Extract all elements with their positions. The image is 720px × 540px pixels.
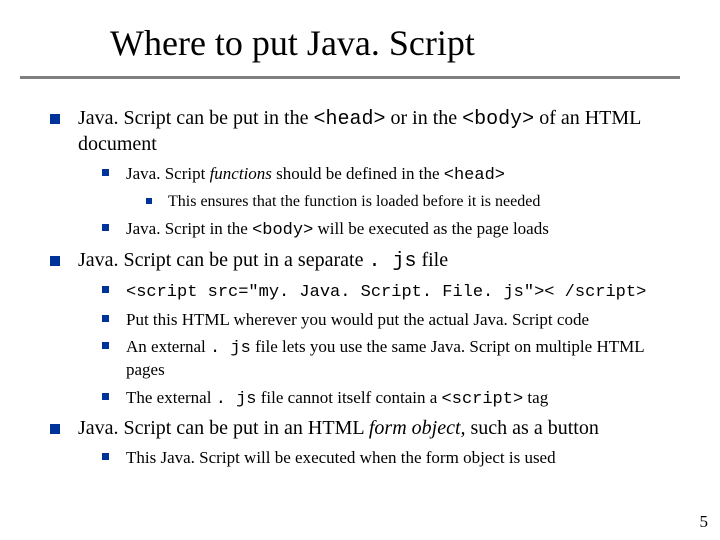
code-js: . js (210, 339, 251, 358)
bullet-1-1: Java. Script functions should be defined… (102, 163, 680, 212)
code-body: <body> (462, 108, 534, 131)
bullet-2: Java. Script can be put in a separate . … (50, 248, 680, 410)
text: Java. Script can be put in an HTML (78, 417, 369, 439)
text: tag (523, 388, 548, 407)
bullet-list: Java. Script can be put in the <head> or… (50, 106, 680, 468)
text: file (416, 249, 448, 271)
text: file cannot itself contain a (257, 388, 442, 407)
bullet-1-1-1: This ensures that the function is loaded… (146, 192, 680, 212)
bullet-1-2: Java. Script in the <body> will be execu… (102, 218, 680, 241)
bullet-3-1: This Java. Script will be executed when … (102, 447, 680, 468)
title-underline (20, 76, 680, 79)
bullet-3: Java. Script can be put in an HTML form … (50, 416, 680, 468)
text: An external (126, 337, 210, 356)
text: Java. Script can be put in a separate (78, 249, 368, 271)
bullet-1: Java. Script can be put in the <head> or… (50, 106, 680, 242)
code-js: . js (368, 250, 416, 273)
code-body: <body> (252, 221, 313, 240)
text: Java. Script in the (126, 219, 252, 238)
text: This ensures that the function is loaded… (168, 193, 540, 210)
bullet-2-3: An external . js file lets you use the s… (102, 336, 680, 381)
text: Java. Script can be put in the (78, 107, 314, 129)
code-head: <head> (444, 166, 505, 185)
bullet-2-2: Put this HTML wherever you would put the… (102, 309, 680, 330)
text: Java. Script (126, 164, 210, 183)
emph-form-object: form object, (369, 417, 466, 439)
text: The external (126, 388, 216, 407)
sublist: This Java. Script will be executed when … (78, 447, 680, 468)
title-wrap: Where to put Java. Script (110, 22, 475, 64)
bullet-2-4: The external . js file cannot itself con… (102, 387, 680, 410)
subsublist: This ensures that the function is loaded… (126, 192, 680, 212)
code-js: . js (216, 390, 257, 409)
code-script: <script> (442, 390, 524, 409)
code-head: <head> (314, 108, 386, 131)
sublist: Java. Script functions should be defined… (78, 163, 680, 242)
text: such as a button (466, 417, 599, 439)
text: will be executed as the page loads (313, 219, 549, 238)
text: This Java. Script will be executed when … (126, 448, 556, 467)
slide-title: Where to put Java. Script (110, 23, 475, 63)
text: Put this HTML wherever you would put the… (126, 310, 589, 329)
text: should be defined in the (272, 164, 444, 183)
code-script-tag: <script src="my. Java. Script. File. js"… (126, 283, 646, 302)
bullet-2-1: <script src="my. Java. Script. File. js"… (102, 280, 680, 303)
text: or in the (386, 107, 463, 129)
emph-functions: functions (210, 164, 272, 183)
sublist: <script src="my. Java. Script. File. js"… (78, 280, 680, 410)
content: Java. Script can be put in the <head> or… (50, 100, 680, 474)
slide: Where to put Java. Script Java. Script c… (0, 0, 720, 540)
page-number: 5 (700, 512, 709, 532)
